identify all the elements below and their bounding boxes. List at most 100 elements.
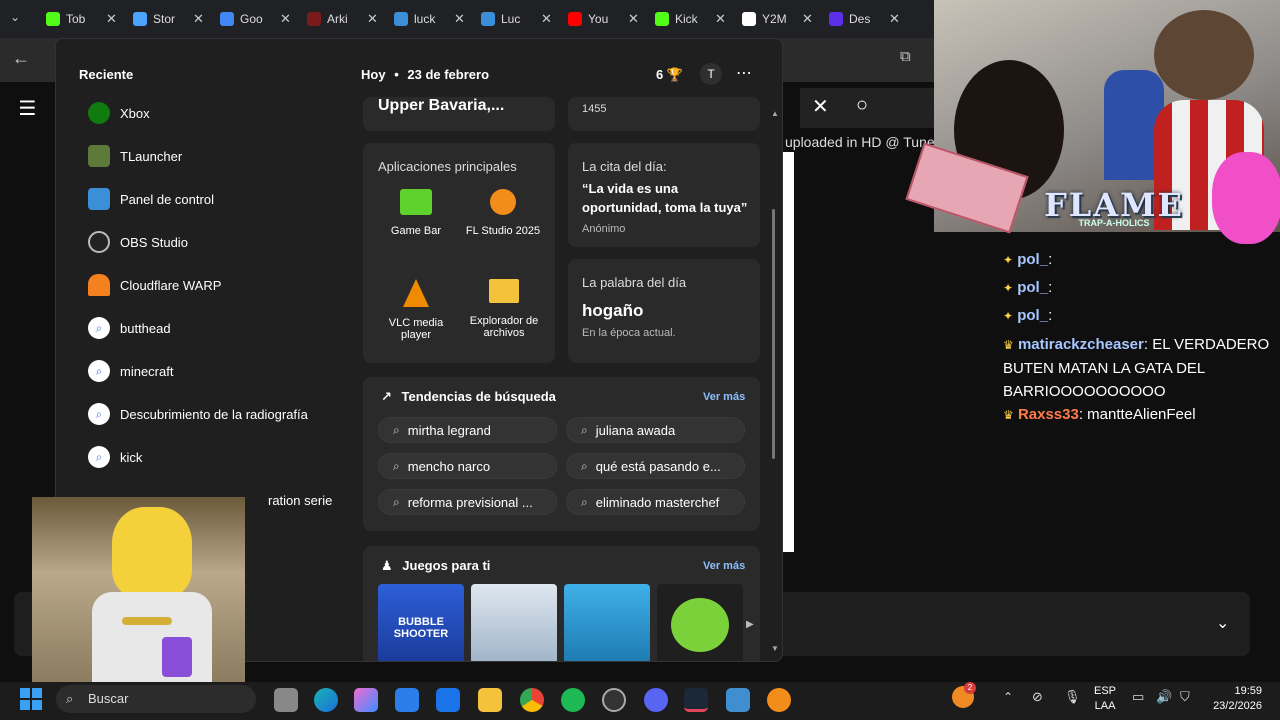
photos-icon[interactable] (726, 688, 750, 712)
trend-pill[interactable]: ⌕ eliminado masterchef (566, 489, 745, 515)
close-tab-icon[interactable]: ✕ (193, 11, 204, 27)
hamburger-menu-icon[interactable]: ☰ (0, 82, 55, 134)
notification-app-icon[interactable]: 2 (952, 682, 976, 708)
chat-username[interactable]: pol_ (1017, 251, 1048, 268)
close-tab-icon[interactable]: ✕ (106, 11, 117, 27)
trend-pill[interactable]: ⌕ juliana awada (566, 417, 745, 443)
display-icon[interactable]: ▭ (1132, 689, 1144, 705)
windows-start-icon[interactable] (20, 688, 42, 710)
chat-message: ♛ matirackzcheaser: EL VERDADERO BUTEN M… (1003, 333, 1273, 403)
app-file-explorer[interactable]: Explorador de archivos (463, 279, 545, 339)
recent-item[interactable]: Cloudflare WARP (88, 270, 221, 300)
weather-card[interactable]: Upper Bavaria,... (363, 97, 555, 131)
close-tab-icon[interactable]: ✕ (802, 11, 813, 27)
store-icon[interactable] (395, 688, 419, 712)
games-more-link[interactable]: Ver más (703, 560, 745, 572)
close-tab-icon[interactable]: ✕ (889, 11, 900, 27)
volume-icon[interactable]: 🔊 (1156, 689, 1172, 705)
browser-tab[interactable]: Des ✕ (829, 6, 900, 32)
recent-item[interactable]: ⌕ration serie (268, 485, 332, 515)
recent-item[interactable]: Xbox (88, 98, 150, 128)
close-tab-icon[interactable]: ✕ (367, 11, 378, 27)
recent-item[interactable]: ⌕ kick (88, 442, 142, 472)
close-tab-icon[interactable]: ✕ (715, 11, 726, 27)
scroll-up-icon[interactable]: ▲ (771, 109, 779, 118)
weather-location: Upper Bavaria,... (378, 97, 505, 114)
browser-tab[interactable]: Tob ✕ (46, 6, 117, 32)
fl-studio-taskbar-icon[interactable] (767, 688, 791, 712)
close-tab-icon[interactable]: ✕ (541, 11, 552, 27)
network-off-icon[interactable]: ⊘ (1032, 689, 1043, 705)
history-card[interactable]: 1455 (568, 97, 760, 131)
chrome-icon[interactable] (520, 688, 544, 712)
obs-taskbar-icon[interactable] (602, 688, 626, 712)
file-explorer-icon[interactable] (478, 688, 502, 712)
fl-studio-icon (490, 189, 516, 215)
trends-title: Tendencias de búsqueda (401, 389, 556, 404)
app-fl-studio[interactable]: FL Studio 2025 (463, 189, 543, 237)
outlook-icon[interactable] (436, 688, 460, 712)
browser-tab[interactable]: Stor ✕ (133, 6, 204, 32)
app-game-bar[interactable]: Game Bar (381, 189, 451, 237)
trends-more-link[interactable]: Ver más (703, 391, 745, 403)
more-options-icon[interactable]: ⋯ (736, 63, 752, 83)
edge-icon[interactable] (314, 688, 338, 712)
language-indicator[interactable]: ESP LAA (1094, 684, 1116, 714)
chat-username[interactable]: pol_ (1017, 279, 1048, 296)
copilot-icon[interactable] (354, 688, 378, 712)
close-tab-icon[interactable]: ✕ (280, 11, 291, 27)
browser-tab[interactable]: Luc ✕ (481, 6, 552, 32)
game-tile-bubble-shooter[interactable]: BUBBLE SHOOTER (378, 584, 464, 661)
trend-pill[interactable]: ⌕ mirtha legrand (378, 417, 557, 443)
task-view-icon[interactable] (274, 688, 298, 712)
back-arrow-icon[interactable]: ← (12, 48, 30, 69)
browser-tab[interactable]: Kick ✕ (655, 6, 726, 32)
close-tab-icon[interactable]: ✕ (628, 11, 639, 27)
browser-tab[interactable]: Goo ✕ (220, 6, 291, 32)
recent-item[interactable]: TLauncher (88, 141, 182, 171)
recent-item[interactable]: ⌕ Descubrimiento de la radiografía (88, 399, 308, 429)
steam-icon[interactable] (684, 688, 708, 712)
search-icon: ⌕ (581, 494, 588, 509)
recent-item[interactable]: ⌕ minecraft (88, 356, 173, 386)
expand-chevron-icon[interactable]: ⌄ (1216, 613, 1229, 633)
scrollbar-thumb[interactable] (772, 209, 775, 459)
game-tile-coffee[interactable] (564, 584, 650, 661)
search-icon[interactable]: ○ (856, 94, 868, 117)
taskbar-search-box[interactable]: ⌕ Buscar (56, 685, 256, 713)
quote-card[interactable]: La cita del día: “La vida es una oportun… (568, 143, 760, 247)
browser-tab[interactable]: luck ✕ (394, 6, 465, 32)
tab-list-chevron-icon[interactable]: ⌄ (10, 10, 20, 24)
recent-item[interactable]: OBS Studio (88, 227, 188, 257)
game-tile-om-nom[interactable] (657, 584, 743, 661)
rewards-points[interactable]: 6 🏆 (656, 67, 683, 83)
chat-username[interactable]: pol_ (1017, 307, 1048, 324)
game-tile-stickman[interactable] (471, 584, 557, 661)
app-vlc[interactable]: VLC media player (377, 279, 455, 341)
chat-username[interactable]: Raxss33 (1018, 406, 1079, 423)
trend-pill[interactable]: ⌕ mencho narco (378, 453, 557, 479)
trend-pill[interactable]: ⌕ reforma previsional ... (378, 489, 557, 515)
scroll-down-icon[interactable]: ▼ (771, 644, 779, 653)
clear-search-icon[interactable]: ✕ (812, 94, 829, 119)
recent-item-label: ration serie (268, 492, 333, 508)
chat-username[interactable]: matirackzcheaser (1018, 336, 1144, 353)
close-tab-icon[interactable]: ✕ (454, 11, 465, 27)
browser-tab[interactable]: Y2M ✕ (742, 6, 813, 32)
install-app-icon[interactable]: ⧉ (900, 48, 911, 65)
profile-avatar[interactable]: T (700, 63, 722, 85)
search-icon: ⌕ (393, 422, 400, 437)
spotify-icon[interactable] (561, 688, 585, 712)
browser-tab[interactable]: Arki ✕ (307, 6, 378, 32)
security-shield-icon[interactable]: ⛉ (1180, 689, 1190, 705)
games-next-icon[interactable]: ▶ (746, 619, 754, 630)
discord-icon[interactable] (644, 688, 668, 712)
trend-pill[interactable]: ⌕ qué está pasando e... (566, 453, 745, 479)
recent-item[interactable]: Panel de control (88, 184, 214, 214)
word-card[interactable]: La palabra del día hogaño En la época ac… (568, 259, 760, 363)
recent-item[interactable]: ⌕ butthead (88, 313, 171, 343)
tray-chevron-icon[interactable]: ⌃ (1003, 690, 1013, 704)
microphone-icon[interactable]: 🎙 (1064, 689, 1081, 705)
clock[interactable]: 19:59 23/2/2026 (1206, 684, 1262, 714)
browser-tab[interactable]: You ✕ (568, 6, 639, 32)
